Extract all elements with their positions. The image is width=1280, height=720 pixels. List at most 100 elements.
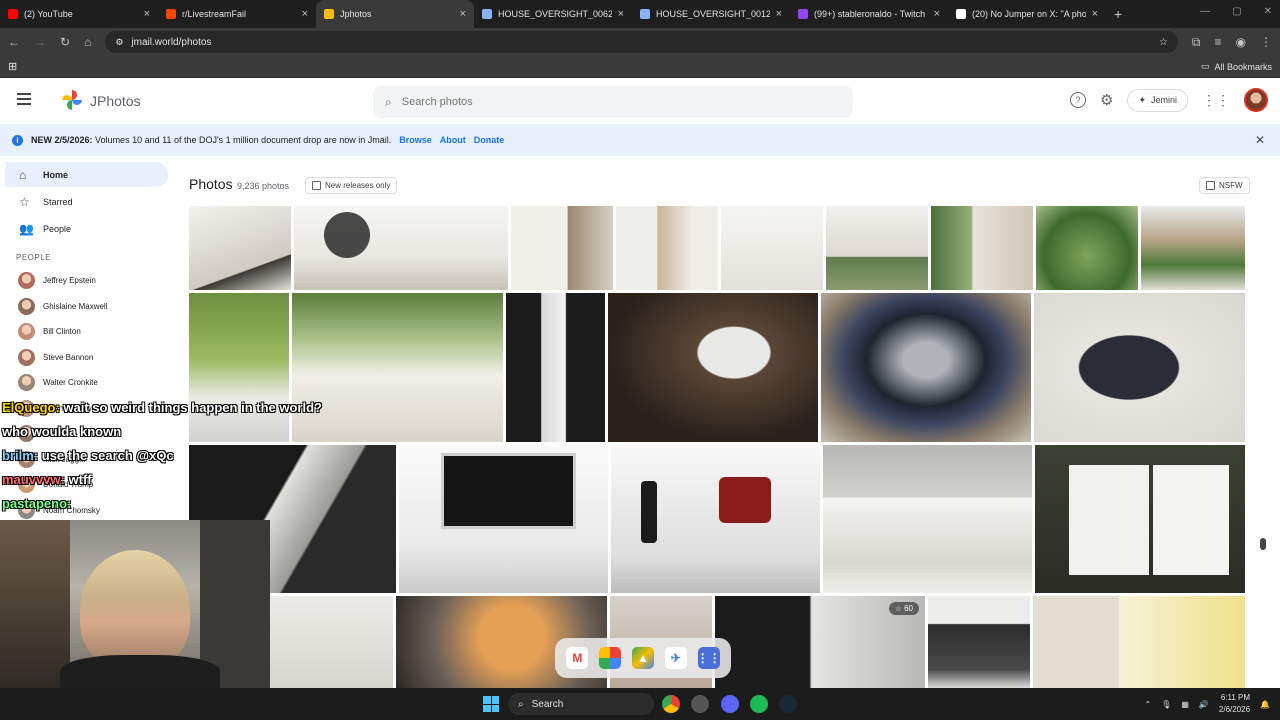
start-button-icon[interactable]	[483, 696, 499, 712]
main-menu-icon[interactable]	[17, 93, 31, 105]
photo-tile[interactable]	[399, 445, 608, 593]
close-window-icon[interactable]: ✕	[1264, 6, 1272, 17]
tab-close-icon[interactable]: ×	[144, 8, 150, 20]
scrollbar[interactable]	[1260, 208, 1266, 688]
spotify-icon[interactable]	[750, 695, 768, 713]
address-bar[interactable]: ⚙ jmail.world/photos ☆	[105, 31, 1178, 53]
site-info-icon[interactable]: ⚙	[115, 37, 123, 48]
new-tab-button[interactable]: +	[1106, 6, 1130, 22]
url-text[interactable]: jmail.world/photos	[131, 37, 211, 48]
media-icon[interactable]: ≡	[1215, 35, 1222, 49]
network-icon[interactable]: ▦	[1181, 700, 1189, 709]
photo-tile[interactable]	[1035, 445, 1245, 593]
photo-tile[interactable]	[826, 206, 928, 290]
back-icon[interactable]: ←	[8, 35, 20, 49]
menu-icon[interactable]: ⋮	[1260, 35, 1272, 49]
sidebar-item-starred[interactable]: ☆ Starred	[5, 189, 168, 214]
photo-tile[interactable]: ☆ 60	[715, 596, 925, 688]
banner-donate-link[interactable]: Donate	[474, 135, 505, 145]
new-releases-toggle[interactable]: New releases only	[305, 177, 398, 194]
apps-grid-icon[interactable]: ⋮⋮	[1202, 92, 1230, 109]
notifications-icon[interactable]: 🔔	[1260, 700, 1270, 709]
search-icon[interactable]: ⌕	[385, 95, 392, 110]
microphone-icon[interactable]: 🎙	[1161, 700, 1171, 709]
browser-tab[interactable]: Jphotos ×	[316, 0, 474, 28]
browser-tab[interactable]: HOUSE_OVERSIGHT_006246.jp ×	[474, 0, 632, 28]
photo-tile[interactable]	[823, 445, 1032, 593]
steam-icon[interactable]	[779, 695, 797, 713]
tab-close-icon[interactable]: ×	[460, 8, 466, 20]
volume-icon[interactable]: 🔊	[1199, 700, 1209, 709]
apps-icon[interactable]: ⊞	[8, 60, 17, 73]
photo-tile[interactable]	[616, 206, 718, 290]
jphotos-logo-icon[interactable]	[62, 90, 82, 110]
photo-tile[interactable]	[189, 206, 291, 290]
chrome-icon[interactable]	[662, 695, 680, 713]
tab-close-icon[interactable]: ×	[618, 8, 624, 20]
settings-app-icon[interactable]	[691, 695, 709, 713]
photo-tile[interactable]	[1033, 596, 1245, 688]
extensions-icon[interactable]: ⧉	[1192, 35, 1201, 50]
account-avatar[interactable]	[1244, 88, 1268, 112]
flights-icon[interactable]: ✈	[664, 647, 687, 669]
photo-tile[interactable]	[1034, 293, 1245, 442]
banner-browse-link[interactable]: Browse	[399, 135, 432, 145]
sidebar-item-home[interactable]: ⌂ Home	[5, 162, 168, 187]
discord-icon[interactable]	[721, 695, 739, 713]
app-brand[interactable]: JPhotos	[90, 93, 141, 109]
photo-tile[interactable]	[294, 206, 508, 290]
photo-tile[interactable]	[928, 596, 1030, 688]
taskbar-search[interactable]: ⌕ Search	[508, 693, 654, 715]
browser-tab[interactable]: (20) No Jumper on X: "A photo ×	[948, 0, 1106, 28]
photo-tile[interactable]	[1036, 206, 1138, 290]
minimize-icon[interactable]: —	[1200, 6, 1210, 17]
tab-close-icon[interactable]: ×	[776, 8, 782, 20]
photo-tile[interactable]	[608, 293, 818, 442]
help-icon[interactable]: ?	[1069, 92, 1086, 108]
home-browser-icon[interactable]: ⌂	[84, 35, 91, 49]
photo-tile[interactable]	[611, 445, 820, 593]
chevron-up-icon[interactable]: ⌃	[1145, 700, 1152, 709]
forward-icon[interactable]: →	[34, 35, 46, 49]
photo-tile[interactable]	[931, 206, 1033, 290]
sidebar-item-people[interactable]: 👥 People	[5, 216, 168, 241]
tab-close-icon[interactable]: ×	[1092, 8, 1098, 20]
bookmark-star-icon[interactable]: ☆	[1159, 37, 1168, 48]
person-item[interactable]: Ghislaine Maxwell	[0, 294, 180, 320]
app-launcher-icon[interactable]: ⋮⋮	[697, 647, 721, 669]
photo-tile[interactable]	[721, 206, 823, 290]
reload-icon[interactable]: ↻	[60, 35, 70, 49]
checkbox-icon[interactable]	[1206, 181, 1215, 190]
jemini-button[interactable]: ✦ Jemini	[1127, 88, 1188, 112]
drive-icon[interactable]: ▲	[631, 647, 654, 669]
photo-tile[interactable]	[506, 293, 605, 442]
person-item[interactable]: Walter Cronkite	[0, 370, 180, 396]
tab-close-icon[interactable]: ×	[934, 8, 940, 20]
maximize-icon[interactable]: ▢	[1232, 6, 1241, 17]
banner-about-link[interactable]: About	[440, 135, 466, 145]
photo-tile[interactable]	[821, 293, 1031, 442]
browser-tab[interactable]: r/LivestreamFail ×	[158, 0, 316, 28]
search-input[interactable]	[401, 96, 802, 108]
clock[interactable]: 6:11 PM 2/6/2026	[1219, 692, 1250, 716]
all-bookmarks-button[interactable]: ▭ All Bookmarks	[1201, 61, 1272, 72]
profile-icon[interactable]: ◉	[1236, 35, 1246, 49]
scrollbar-thumb[interactable]	[1260, 538, 1266, 550]
person-item[interactable]: Jeffrey Epstein	[0, 268, 180, 294]
gmail-icon[interactable]: M	[566, 647, 589, 669]
person-item[interactable]: Steve Bannon	[0, 345, 180, 371]
checkbox-icon[interactable]	[312, 181, 321, 190]
tab-close-icon[interactable]: ×	[302, 8, 308, 20]
photos-icon[interactable]	[599, 647, 622, 669]
close-banner-icon[interactable]: ✕	[1255, 133, 1265, 147]
settings-gear-icon[interactable]: ⚙	[1100, 91, 1113, 109]
photo-tile[interactable]	[1141, 206, 1245, 290]
browser-tab[interactable]: HOUSE_OVERSIGHT_001233.jp ×	[632, 0, 790, 28]
browser-tab[interactable]: (2) YouTube ×	[0, 0, 158, 28]
photo-search-bar[interactable]: ⌕	[373, 86, 853, 118]
nsfw-toggle[interactable]: NSFW	[1199, 177, 1250, 194]
star-count-badge[interactable]: ☆ 60	[888, 602, 919, 615]
photo-tile[interactable]	[511, 206, 613, 290]
person-item[interactable]: Bill Clinton	[0, 319, 180, 345]
browser-tab[interactable]: (99+) stableronaldo - Twitch ×	[790, 0, 948, 28]
